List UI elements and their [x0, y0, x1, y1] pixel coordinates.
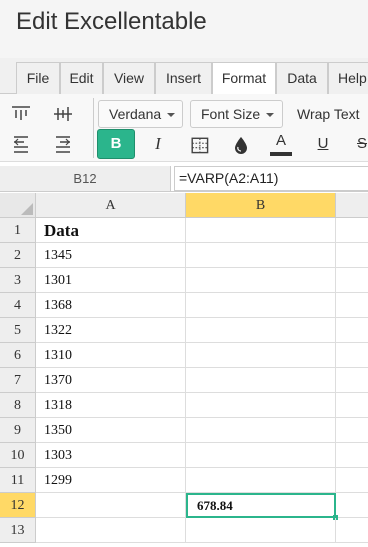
cell-a[interactable]: 1301: [36, 268, 186, 293]
title-bar: Edit Excellentable: [0, 0, 368, 58]
indent-decrease-icon[interactable]: [10, 134, 32, 154]
row-header[interactable]: 8: [0, 393, 36, 418]
format-toolbar: Verdana Font Size Wrap Text B I A U S: [0, 94, 368, 162]
menu-tabs: File Edit View Insert Format Data Help: [0, 58, 368, 95]
cell-c[interactable]: [336, 218, 368, 243]
fill-color-icon[interactable]: [230, 135, 252, 155]
cell-c[interactable]: [336, 268, 368, 293]
strikethrough-button[interactable]: S: [345, 130, 368, 158]
cell-a[interactable]: Data: [36, 218, 186, 243]
cell-a[interactable]: 1368: [36, 293, 186, 318]
toolbar-divider: [93, 98, 94, 158]
active-cell-b[interactable]: 678.84: [186, 493, 336, 518]
row-header[interactable]: 2: [0, 243, 36, 268]
align-top-icon[interactable]: [10, 104, 32, 124]
cell-b[interactable]: [186, 518, 336, 543]
cell-a[interactable]: 1299: [36, 468, 186, 493]
cell-b[interactable]: [186, 218, 336, 243]
app-title: Edit Excellentable: [16, 8, 207, 35]
cell-a[interactable]: 1345: [36, 243, 186, 268]
tab-help[interactable]: Help: [328, 62, 368, 94]
cell-a[interactable]: 1322: [36, 318, 186, 343]
spreadsheet-grid: A B 1 Data 2 1345 3 1301 4 1368 5 1322 6 1310 7 1370 8…: [0, 193, 368, 547]
row-header[interactable]: 3: [0, 268, 36, 293]
font-family-value: Verdana: [109, 106, 162, 122]
cell-b[interactable]: [186, 393, 336, 418]
row-header[interactable]: 1: [0, 218, 36, 243]
row-header[interactable]: 11: [0, 468, 36, 493]
row-header[interactable]: 10: [0, 443, 36, 468]
cell-c[interactable]: [336, 418, 368, 443]
font-color-icon: A: [275, 132, 286, 149]
cell-a[interactable]: 1350: [36, 418, 186, 443]
cell-a[interactable]: [36, 493, 186, 518]
font-size-value: Font Size: [201, 106, 261, 122]
cell-b[interactable]: [186, 468, 336, 493]
row-header[interactable]: 6: [0, 343, 36, 368]
indent-increase-icon[interactable]: [52, 134, 74, 154]
corner-triangle-icon: [21, 203, 33, 215]
cell-b[interactable]: [186, 443, 336, 468]
row-header[interactable]: 4: [0, 293, 36, 318]
align-middle-icon[interactable]: [52, 104, 74, 124]
row-header[interactable]: 5: [0, 318, 36, 343]
chevron-down-icon: [266, 113, 275, 118]
cell-c[interactable]: [336, 318, 368, 343]
row-header[interactable]: 12: [0, 493, 36, 518]
tab-edit[interactable]: Edit: [60, 62, 103, 94]
cell-c[interactable]: [336, 368, 368, 393]
bold-button[interactable]: B: [97, 129, 135, 159]
cell-c[interactable]: [336, 518, 368, 543]
cell-c[interactable]: [336, 393, 368, 418]
cell-c[interactable]: [336, 468, 368, 493]
tab-format[interactable]: Format: [212, 62, 276, 95]
cell-b[interactable]: [186, 293, 336, 318]
italic-button[interactable]: I: [140, 130, 176, 158]
tab-file[interactable]: File: [16, 62, 60, 94]
font-family-dropdown[interactable]: Verdana: [98, 100, 183, 128]
cell-c[interactable]: [336, 293, 368, 318]
cell-b[interactable]: [186, 243, 336, 268]
borders-icon[interactable]: [190, 136, 212, 156]
cell-a[interactable]: 1303: [36, 443, 186, 468]
row-header[interactable]: 13: [0, 518, 36, 543]
wrap-text-button[interactable]: Wrap Text: [297, 106, 360, 122]
cell-a[interactable]: [36, 518, 186, 543]
chevron-down-icon: [167, 113, 176, 118]
cell-b[interactable]: [186, 418, 336, 443]
cell-reference[interactable]: B12: [0, 166, 171, 191]
row-header[interactable]: 9: [0, 418, 36, 443]
underline-button[interactable]: U: [305, 130, 341, 158]
column-header-b[interactable]: B: [186, 193, 336, 218]
tab-view[interactable]: View: [103, 62, 155, 94]
cell-a[interactable]: 1310: [36, 343, 186, 368]
font-color-button[interactable]: A: [268, 132, 294, 158]
cell-a[interactable]: 1318: [36, 393, 186, 418]
cell-c[interactable]: [336, 493, 368, 518]
column-header-a[interactable]: A: [36, 193, 186, 218]
font-size-dropdown[interactable]: Font Size: [190, 100, 283, 128]
cell-c[interactable]: [336, 243, 368, 268]
select-all-corner[interactable]: [0, 193, 36, 218]
cell-c[interactable]: [336, 343, 368, 368]
formula-bar: B12 =VARP(A2:A11): [0, 166, 368, 192]
cell-c[interactable]: [336, 443, 368, 468]
cell-b[interactable]: [186, 368, 336, 393]
cell-b[interactable]: [186, 343, 336, 368]
column-header-c[interactable]: [336, 193, 368, 218]
tab-insert[interactable]: Insert: [155, 62, 212, 94]
tab-data[interactable]: Data: [276, 62, 328, 94]
cell-b[interactable]: [186, 318, 336, 343]
formula-input[interactable]: =VARP(A2:A11): [174, 166, 368, 191]
cell-a[interactable]: 1370: [36, 368, 186, 393]
cell-b[interactable]: [186, 268, 336, 293]
row-header[interactable]: 7: [0, 368, 36, 393]
font-color-swatch: [270, 152, 292, 156]
